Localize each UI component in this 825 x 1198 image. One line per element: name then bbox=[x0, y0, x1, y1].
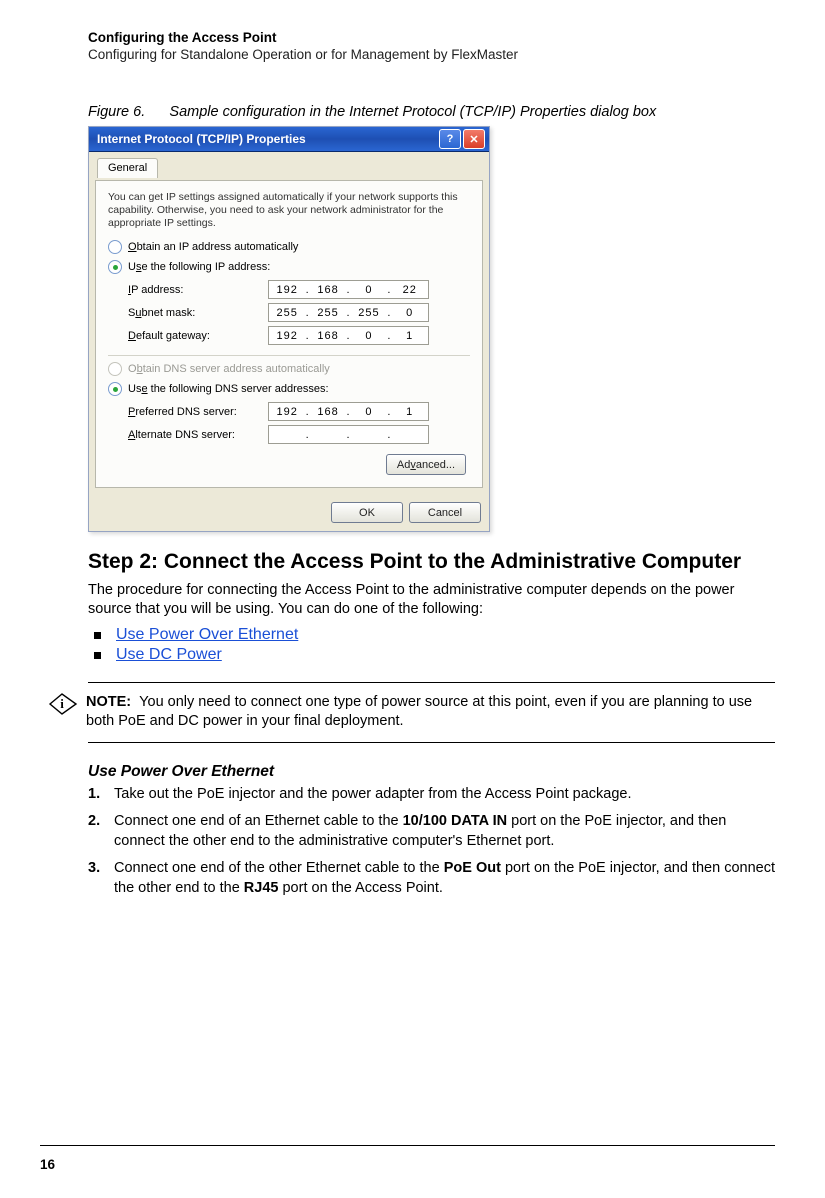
field-subnet-mask: Subnet mask: 255. 255. 255. 0 bbox=[128, 303, 470, 322]
field-preferred-dns: Preferred DNS server: 192. 168. 0. 1 bbox=[128, 402, 470, 421]
ip-octet bbox=[314, 429, 342, 441]
figure-caption: Figure 6. Sample configuration in the In… bbox=[88, 104, 775, 120]
radio-obtain-ip-auto[interactable]: Obtain an IP address automatically bbox=[108, 240, 470, 254]
ok-button[interactable]: OK bbox=[331, 502, 403, 523]
ip-octet bbox=[396, 429, 424, 441]
radio-obtain-dns-auto: Obtain DNS server address automatically bbox=[108, 362, 470, 376]
step-item: Connect one end of the other Ethernet ca… bbox=[88, 859, 775, 898]
step-text: Connect one end of the other Ethernet ca… bbox=[114, 860, 444, 876]
help-icon: ? bbox=[447, 133, 454, 145]
link-poe[interactable]: Use Power Over Ethernet bbox=[116, 626, 298, 643]
bullet-list: Use Power Over Ethernet Use DC Power bbox=[88, 626, 775, 664]
ip-octet: 192 bbox=[273, 330, 301, 342]
ip-octet: 255 bbox=[273, 307, 301, 319]
close-icon: ✕ bbox=[469, 133, 478, 146]
note-text: NOTE: You only need to connect one type … bbox=[86, 693, 775, 732]
tab-strip: General bbox=[89, 152, 489, 180]
radio-icon-selected bbox=[108, 260, 122, 274]
pref-dns-input[interactable]: 192. 168. 0. 1 bbox=[268, 402, 429, 421]
advanced-row: Advanced... bbox=[108, 448, 470, 475]
ip-octet: 0 bbox=[396, 307, 424, 319]
label-alt-dns: Alternate DNS server: bbox=[128, 429, 268, 441]
ip-octet bbox=[355, 429, 383, 441]
radio-label: Use the following DNS server addresses: bbox=[128, 383, 329, 395]
tcpip-dialog: Internet Protocol (TCP/IP) Properties ? … bbox=[88, 126, 490, 532]
step-text: port on the Access Point. bbox=[278, 880, 442, 896]
dialog-buttons: OK Cancel bbox=[89, 494, 489, 531]
step2-body: The procedure for connecting the Access … bbox=[88, 581, 775, 620]
field-ip-address: IP address: 192. 168. 0. 22 bbox=[128, 280, 470, 299]
dialog-description: You can get IP settings assigned automat… bbox=[108, 191, 470, 230]
radio-use-ip[interactable]: Use the following IP address: bbox=[108, 260, 470, 274]
gateway-input[interactable]: 192. 168. 0. 1 bbox=[268, 326, 429, 345]
list-item: Use Power Over Ethernet bbox=[88, 626, 775, 644]
step-text: Connect one end of an Ethernet cable to … bbox=[114, 813, 403, 829]
label-mask: Subnet mask: bbox=[128, 307, 268, 319]
ip-octet: 0 bbox=[355, 330, 383, 342]
ip-octet: 0 bbox=[355, 406, 383, 418]
ip-octet: 1 bbox=[396, 406, 424, 418]
step-text-bold: RJ45 bbox=[244, 880, 279, 896]
note-label: NOTE: bbox=[86, 694, 131, 710]
list-item: Use DC Power bbox=[88, 646, 775, 664]
radio-label: Use the following IP address: bbox=[128, 261, 270, 273]
radio-use-dns[interactable]: Use the following DNS server addresses: bbox=[108, 382, 470, 396]
ip-octet: 168 bbox=[314, 406, 342, 418]
dialog-title: Internet Protocol (TCP/IP) Properties bbox=[97, 132, 306, 146]
radio-label: Obtain an IP address automatically bbox=[128, 241, 298, 253]
step-text-bold: PoE Out bbox=[444, 860, 501, 876]
tab-panel-general: You can get IP settings assigned automat… bbox=[95, 180, 483, 488]
page-number: 16 bbox=[40, 1157, 55, 1172]
tab-general[interactable]: General bbox=[97, 158, 158, 178]
dialog-titlebar: Internet Protocol (TCP/IP) Properties ? … bbox=[89, 127, 489, 152]
link-dc[interactable]: Use DC Power bbox=[116, 646, 222, 663]
ip-octet: 255 bbox=[355, 307, 383, 319]
ip-octet bbox=[273, 429, 301, 441]
figure-label: Figure 6. bbox=[88, 104, 145, 120]
ip-octet: 0 bbox=[355, 284, 383, 296]
ip-input[interactable]: 192. 168. 0. 22 bbox=[268, 280, 429, 299]
page-header-title: Configuring the Access Point bbox=[88, 30, 775, 45]
svg-text:i: i bbox=[60, 696, 64, 711]
field-default-gateway: Default gateway: 192. 168. 0. 1 bbox=[128, 326, 470, 345]
note-body: You only need to connect one type of pow… bbox=[86, 694, 752, 730]
field-alternate-dns: Alternate DNS server: . . . bbox=[128, 425, 470, 444]
ip-octet: 168 bbox=[314, 284, 342, 296]
ip-octet: 22 bbox=[396, 284, 424, 296]
separator bbox=[108, 355, 470, 356]
radio-icon bbox=[108, 362, 122, 376]
advanced-button[interactable]: Advanced... bbox=[386, 454, 466, 475]
poe-heading: Use Power Over Ethernet bbox=[88, 763, 775, 781]
alt-dns-input[interactable]: . . . bbox=[268, 425, 429, 444]
step-item: Connect one end of an Ethernet cable to … bbox=[88, 812, 775, 851]
step2-heading: Step 2: Connect the Access Point to the … bbox=[88, 550, 775, 574]
ip-octet: 168 bbox=[314, 330, 342, 342]
label-gateway: Default gateway: bbox=[128, 330, 268, 342]
steps-list: Take out the PoE injector and the power … bbox=[88, 785, 775, 899]
footer-rule bbox=[40, 1145, 775, 1146]
step-item: Take out the PoE injector and the power … bbox=[88, 785, 775, 805]
page-header-subtitle: Configuring for Standalone Operation or … bbox=[88, 47, 775, 62]
ip-octet: 192 bbox=[273, 284, 301, 296]
ip-octet: 255 bbox=[314, 307, 342, 319]
help-button[interactable]: ? bbox=[439, 129, 461, 149]
info-icon: i bbox=[48, 693, 76, 715]
close-button[interactable]: ✕ bbox=[463, 129, 485, 149]
radio-icon bbox=[108, 240, 122, 254]
label-pref-dns: Preferred DNS server: bbox=[128, 406, 268, 418]
ip-octet: 1 bbox=[396, 330, 424, 342]
mask-input[interactable]: 255. 255. 255. 0 bbox=[268, 303, 429, 322]
cancel-button[interactable]: Cancel bbox=[409, 502, 481, 523]
figure-caption-text: Sample configuration in the Internet Pro… bbox=[169, 104, 656, 120]
radio-label: Obtain DNS server address automatically bbox=[128, 363, 330, 375]
ip-octet: 192 bbox=[273, 406, 301, 418]
label-ip: IP address: bbox=[128, 284, 268, 296]
note-box: i NOTE: You only need to connect one typ… bbox=[88, 682, 775, 743]
step-text: Take out the PoE injector and the power … bbox=[114, 786, 631, 802]
radio-icon-selected bbox=[108, 382, 122, 396]
step-text-bold: 10/100 DATA IN bbox=[403, 813, 508, 829]
